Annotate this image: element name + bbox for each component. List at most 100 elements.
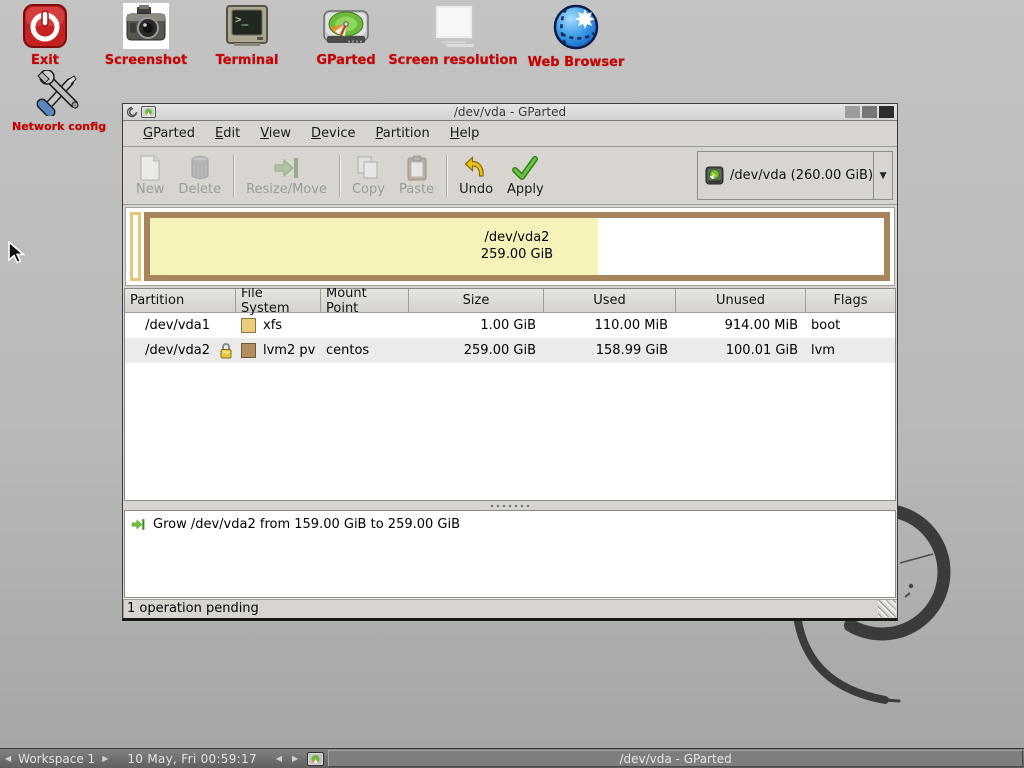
- gparted-window: /dev/vda - GParted GParted Edit View Dev…: [122, 103, 898, 621]
- task-prev-icon[interactable]: ◀: [271, 754, 287, 763]
- delete-icon: [189, 155, 211, 182]
- taskbar-gparted-icon: [307, 752, 324, 766]
- desktop-icon-network-config[interactable]: Network config: [12, 70, 104, 133]
- partition-bar-size: 259.00 GiB: [481, 247, 553, 264]
- copy-icon: [356, 155, 380, 182]
- gparted-disk-icon: [321, 3, 371, 49]
- size-cell: 259.00 GiB: [409, 338, 544, 363]
- desktop-icon-label: Screenshot: [103, 53, 189, 68]
- tools-icon: [34, 70, 82, 116]
- copy-button[interactable]: Copy: [345, 152, 392, 200]
- resize-grip[interactable]: [878, 600, 896, 617]
- desktop-icon-terminal[interactable]: >_ Terminal: [205, 3, 289, 68]
- workspace-label[interactable]: Workspace 1: [16, 752, 97, 766]
- header-file-system: File System: [236, 289, 321, 312]
- terminal-icon: >_: [224, 3, 270, 49]
- header-mount-point: Mount Point: [321, 289, 409, 312]
- desktop-icon-exit[interactable]: Exit: [16, 3, 74, 68]
- table-row-vda1[interactable]: /dev/vda1 xfs 1.00 GiB 110.00 MiB 914.00…: [125, 313, 895, 338]
- table-header-row: Partition File System Mount Point Size U…: [125, 289, 895, 313]
- globe-icon: [552, 3, 600, 51]
- toolbar: New Delete Resize/Move Copy Paste: [123, 147, 897, 205]
- undo-icon: [464, 155, 488, 182]
- mouse-cursor: [8, 241, 26, 265]
- toolbar-separator: [446, 155, 447, 197]
- partition-bar-vda2[interactable]: /dev/vda2 259.00 GiB: [144, 212, 890, 281]
- task-button-gparted[interactable]: /dev/vda - GParted: [328, 750, 1023, 767]
- close-button[interactable]: [879, 106, 894, 118]
- power-icon: [22, 3, 68, 49]
- mount-point-cell: centos: [321, 338, 409, 363]
- wm-swirl-icon: [126, 106, 138, 118]
- menu-help[interactable]: Help: [442, 123, 488, 144]
- operation-item: Grow /dev/vda2 from 159.00 GiB to 259.00…: [131, 517, 889, 532]
- task-next-icon[interactable]: ▶: [287, 754, 303, 763]
- desktop-icon-label: Terminal: [205, 53, 289, 68]
- desktop-icon-gparted[interactable]: GParted: [302, 3, 390, 68]
- size-cell: 1.00 GiB: [409, 313, 544, 338]
- mount-point-cell: [321, 313, 409, 338]
- filesystem-cell: xfs: [236, 313, 321, 338]
- splitter-handle-icon: [487, 504, 533, 508]
- paste-button[interactable]: Paste: [392, 152, 441, 200]
- toolbar-separator: [233, 155, 234, 197]
- taskbar-clock: 10 May, Fri 00:59:17: [113, 752, 271, 766]
- pane-splitter[interactable]: [123, 501, 897, 510]
- gparted-app-icon: [141, 106, 156, 118]
- desktop-icon-label: Exit: [16, 53, 74, 68]
- resize-move-button[interactable]: Resize/Move: [239, 152, 334, 200]
- pending-operations-panel: Grow /dev/vda2 from 159.00 GiB to 259.00…: [124, 510, 896, 598]
- unused-cell: 914.00 MiB: [676, 313, 806, 338]
- menu-view[interactable]: View: [252, 123, 299, 144]
- menu-gparted[interactable]: GParted: [135, 123, 203, 144]
- monitor-icon: [428, 3, 478, 49]
- disk-graphic-panel: /dev/vda2 259.00 GiB: [123, 205, 897, 288]
- window-titlebar[interactable]: /dev/vda - GParted: [123, 104, 897, 121]
- camera-icon: [123, 3, 169, 49]
- window-title: /dev/vda - GParted: [123, 105, 897, 119]
- svg-text:>_: >_: [235, 13, 249, 26]
- flags-cell: lvm: [806, 338, 895, 363]
- resize-move-icon: [273, 155, 301, 182]
- desktop-icon-web-browser[interactable]: Web Browser: [524, 3, 628, 70]
- used-cell: 110.00 MiB: [544, 313, 676, 338]
- workspace-prev-icon[interactable]: ◀: [0, 754, 16, 763]
- desktop-icon-screenshot[interactable]: Screenshot: [103, 3, 189, 68]
- delete-button[interactable]: Delete: [171, 152, 228, 200]
- desktop-icon-label: GParted: [302, 53, 390, 68]
- toolbar-separator: [339, 155, 340, 197]
- menu-partition[interactable]: Partition: [368, 123, 438, 144]
- header-used: Used: [544, 289, 676, 312]
- apply-icon: [512, 155, 538, 182]
- undo-button[interactable]: Undo: [452, 152, 500, 200]
- header-unused: Unused: [676, 289, 806, 312]
- partition-table: Partition File System Mount Point Size U…: [124, 288, 896, 501]
- filesystem-cell: lvm2 pv: [236, 338, 321, 363]
- desktop-icon-label: Web Browser: [524, 55, 628, 70]
- desktop-icon-screen-resolution[interactable]: Screen resolution: [386, 3, 520, 68]
- lock-icon: [219, 342, 233, 359]
- new-partition-icon: [139, 155, 161, 182]
- workspace-next-icon[interactable]: ▶: [97, 754, 113, 763]
- desktop-icon-label: Screen resolution: [386, 53, 520, 68]
- grow-operation-icon: [131, 518, 146, 531]
- partition-bar-vda1[interactable]: [130, 212, 141, 281]
- device-selector-value: /dev/vda (260.00 GiB): [730, 168, 873, 183]
- disk-graphic-canvas: /dev/vda2 259.00 GiB: [125, 207, 895, 286]
- unused-cell: 100.01 GiB: [676, 338, 806, 363]
- desktop-icon-label: Network config: [12, 120, 104, 133]
- table-empty-area: [125, 363, 895, 500]
- new-button[interactable]: New: [129, 152, 171, 200]
- menu-edit[interactable]: Edit: [207, 123, 248, 144]
- partition-cell: /dev/vda1: [125, 313, 236, 338]
- apply-button[interactable]: Apply: [500, 152, 551, 200]
- header-flags: Flags: [806, 289, 895, 312]
- maximize-button[interactable]: [862, 106, 877, 118]
- minimize-button[interactable]: [845, 106, 860, 118]
- menu-device[interactable]: Device: [303, 123, 363, 144]
- device-selector[interactable]: /dev/vda (260.00 GiB) ▼: [697, 151, 893, 200]
- table-row-vda2[interactable]: /dev/vda2 lvm2 pv centos 259.00 GiB 158.…: [125, 338, 895, 363]
- menu-bar: GParted Edit View Device Partition Help: [123, 121, 897, 147]
- taskbar: ◀ Workspace 1 ▶ 10 May, Fri 00:59:17 ◀ ▶…: [0, 748, 1024, 768]
- status-text: 1 operation pending: [127, 601, 259, 616]
